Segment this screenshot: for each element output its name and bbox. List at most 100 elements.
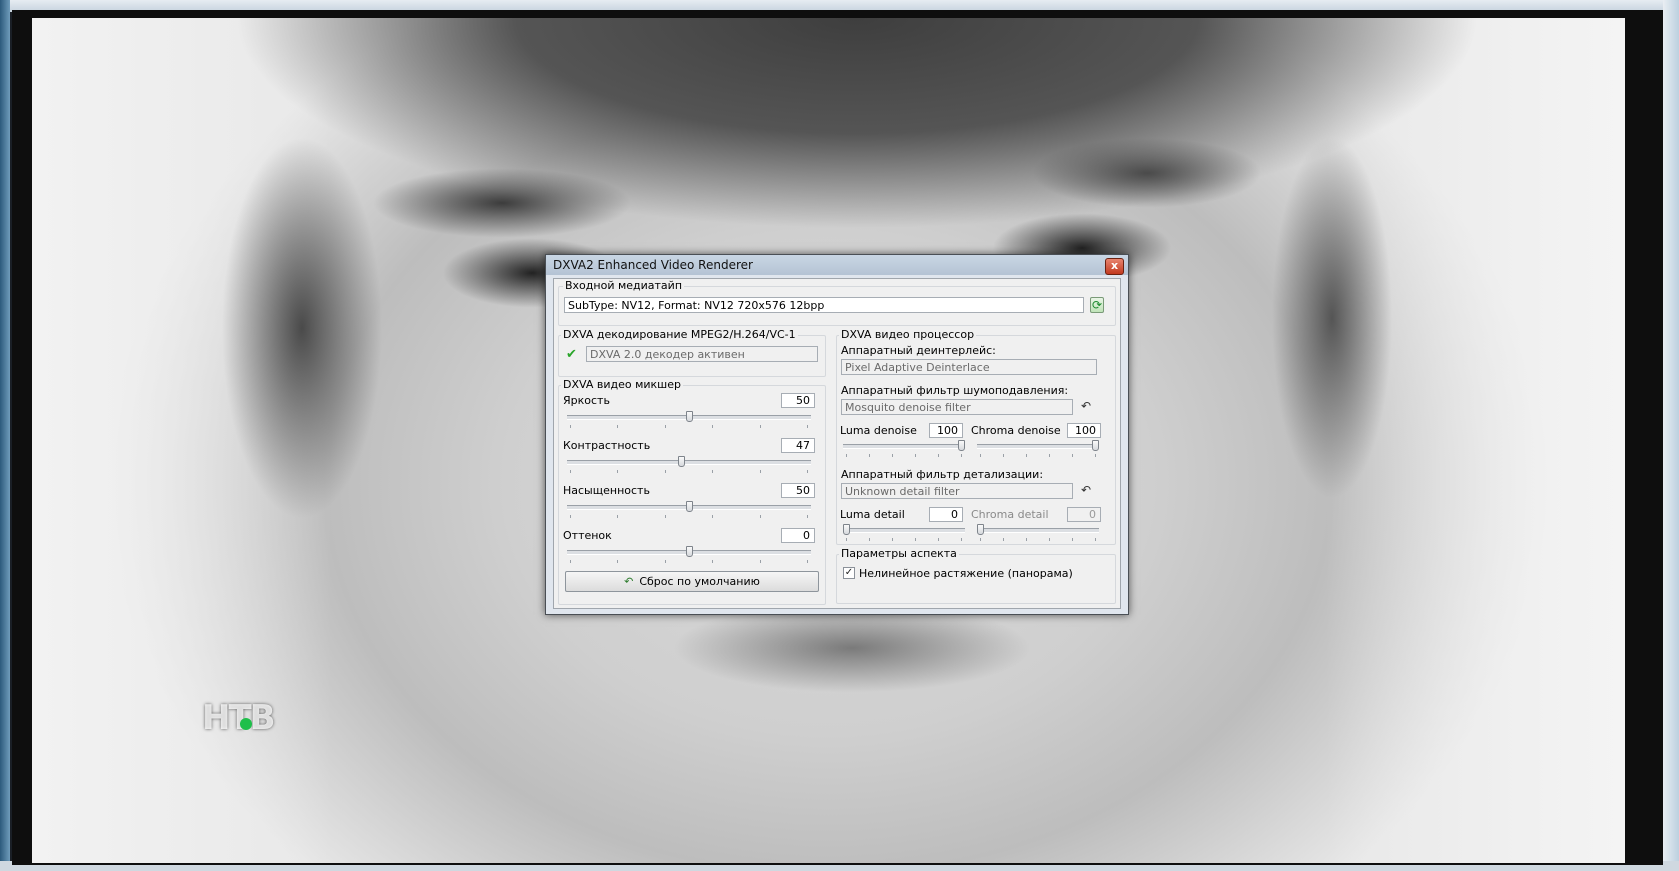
slider-tick [712, 470, 713, 473]
slider-tick [1049, 454, 1050, 457]
saturation-value[interactable]: 50 [781, 483, 815, 498]
slider-thumb[interactable] [1092, 440, 1099, 451]
saturation-slider[interactable] [567, 501, 811, 519]
dxva-processor-label: DXVA видео процессор [839, 328, 977, 341]
slider-tick [869, 454, 870, 457]
refresh-button[interactable]: ⟳ [1090, 297, 1104, 313]
slider-tick [961, 454, 962, 457]
contrast-slider[interactable] [567, 456, 811, 474]
slider-tick [665, 560, 666, 563]
slider-tick [712, 560, 713, 563]
slider-tick [1095, 454, 1096, 457]
slider-thumb[interactable] [843, 524, 850, 535]
slider-tick [961, 538, 962, 541]
dxva-mixer-group: DXVA видео микшер Яркость 50 Контрастнос… [558, 378, 826, 605]
slider-track[interactable] [977, 444, 1099, 449]
slider-thumb[interactable] [686, 411, 693, 422]
chroma-detail-slider [977, 524, 1099, 542]
denoise-label: Аппаратный фильтр шумоподавления: [841, 384, 1069, 397]
slider-tick [980, 538, 981, 541]
slider-tick [892, 538, 893, 541]
dxva-decoding-label: DXVA декодирование MPEG2/H.264/VC-1 [561, 328, 798, 341]
saturation-label: Насыщенность [563, 484, 650, 497]
slider-tick [1049, 538, 1050, 541]
nonlinear-stretch-label[interactable]: Нелинейное растяжение (панорама) [859, 567, 1073, 580]
detail-filter-field: Unknown detail filter [841, 483, 1073, 499]
brightness-slider[interactable] [567, 411, 811, 429]
detail-label: Аппаратный фильтр детализации: [841, 468, 1044, 481]
detail-reset-icon[interactable]: ↶ [1081, 483, 1091, 497]
dxva-processor-group: DXVA видео процессор Аппаратный деинтерл… [836, 328, 1116, 545]
denoise-filter-field: Mosquito denoise filter [841, 399, 1073, 415]
chroma-denoise-slider[interactable] [977, 440, 1099, 458]
hue-label: Оттенок [563, 529, 612, 542]
slider-tick [846, 538, 847, 541]
slider-track[interactable] [567, 460, 811, 465]
slider-tick [807, 515, 808, 518]
luma-denoise-slider[interactable] [843, 440, 965, 458]
slider-thumb[interactable] [686, 501, 693, 512]
decoder-ok-icon: ✔ [566, 347, 577, 362]
renderer-properties-dialog[interactable]: DXVA2 Enhanced Video Renderer x Входной … [545, 254, 1129, 615]
deinterlace-label: Аппаратный деинтерлейс: [841, 344, 996, 357]
slider-tick [846, 454, 847, 457]
slider-thumb[interactable] [678, 456, 685, 467]
mediatype-field[interactable]: SubType: NV12, Format: NV12 720x576 12bp… [564, 297, 1084, 313]
slider-tick [760, 470, 761, 473]
input-mediatype-label: Входной медиатайп [563, 279, 685, 292]
brightness-value[interactable]: 50 [781, 393, 815, 408]
dxva-decoding-group: DXVA декодирование MPEG2/H.264/VC-1 ✔ DX… [558, 328, 826, 377]
chroma-denoise-value[interactable]: 100 [1067, 423, 1101, 438]
luma-detail-slider[interactable] [843, 524, 965, 542]
contrast-value[interactable]: 47 [781, 438, 815, 453]
slider-thumb[interactable] [977, 524, 984, 535]
hue-value[interactable]: 0 [781, 528, 815, 543]
contrast-label: Контрастность [563, 439, 651, 452]
slider-tick [892, 454, 893, 457]
slider-tick [617, 425, 618, 428]
slider-track[interactable] [843, 528, 965, 533]
slider-tick [760, 560, 761, 563]
slider-tick [1095, 538, 1096, 541]
chroma-detail-label: Chroma detail [971, 508, 1049, 521]
refresh-icon: ⟳ [1091, 298, 1103, 312]
channel-logo-text: НТВ [202, 698, 276, 738]
aspect-params-group: Параметры аспекта ✓ Нелинейное растяжени… [836, 547, 1116, 604]
slider-tick [807, 560, 808, 563]
slider-tick [570, 425, 571, 428]
slider-tick [1072, 538, 1073, 541]
slider-tick [665, 515, 666, 518]
dialog-title: DXVA2 Enhanced Video Renderer [553, 258, 753, 272]
slider-tick [570, 560, 571, 563]
chroma-detail-value: 0 [1067, 507, 1101, 522]
slider-tick [1003, 454, 1004, 457]
decoder-status-field: DXVA 2.0 декодер активен [586, 346, 818, 362]
reset-defaults-label: Сброс по умолчанию [639, 575, 760, 588]
denoise-reset-icon[interactable]: ↶ [1081, 399, 1091, 413]
luma-detail-value[interactable]: 0 [929, 507, 963, 522]
video-brow-right [1032, 138, 1262, 208]
slider-tick [807, 425, 808, 428]
channel-logo: НТВ [202, 698, 292, 742]
close-button[interactable]: x [1105, 258, 1124, 275]
dxva-mixer-label: DXVA видео микшер [561, 378, 683, 391]
slider-tick [1026, 538, 1027, 541]
slider-tick [915, 454, 916, 457]
slider-tick [760, 515, 761, 518]
brightness-label: Яркость [563, 394, 610, 407]
slider-track[interactable] [977, 528, 1099, 533]
hue-slider[interactable] [567, 546, 811, 564]
slider-thumb[interactable] [958, 440, 965, 451]
slider-tick [665, 425, 666, 428]
luma-denoise-value[interactable]: 100 [929, 423, 963, 438]
slider-track[interactable] [843, 444, 965, 449]
desktop-right-strip [1663, 0, 1679, 871]
slider-tick [1003, 538, 1004, 541]
nonlinear-stretch-checkbox[interactable]: ✓ [843, 567, 855, 579]
dialog-titlebar[interactable]: DXVA2 Enhanced Video Renderer x [546, 255, 1128, 275]
slider-tick [915, 538, 916, 541]
desktop-left-strip [0, 0, 10, 871]
slider-thumb[interactable] [686, 546, 693, 557]
slider-tick [570, 515, 571, 518]
reset-defaults-button[interactable]: ↶ Сброс по умолчанию [565, 571, 819, 592]
